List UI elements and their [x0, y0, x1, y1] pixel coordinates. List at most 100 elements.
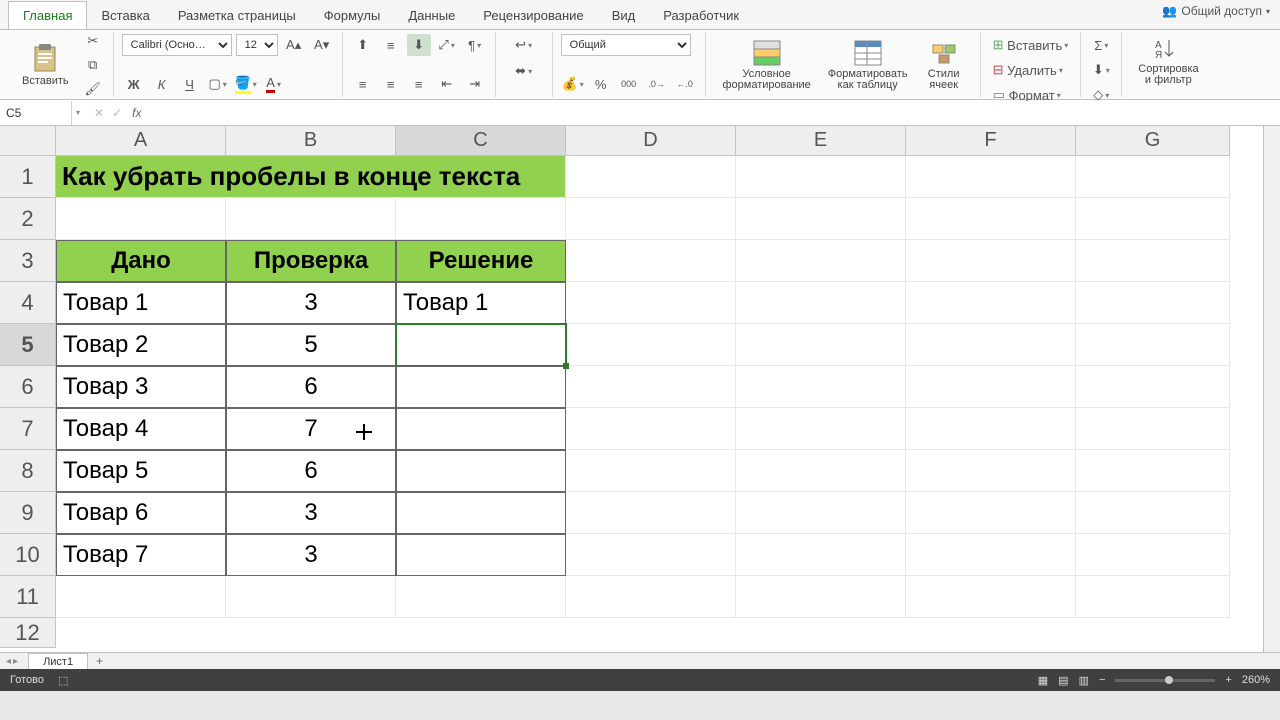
tab-insert[interactable]: Вставка — [87, 2, 163, 29]
sheet-nav-prev[interactable]: ▸ — [13, 656, 18, 667]
insert-cells-button[interactable]: ⊞ Вставить — [989, 34, 1073, 56]
cell[interactable] — [1076, 156, 1230, 198]
borders-button[interactable]: ▢ — [206, 73, 230, 95]
cell[interactable] — [736, 534, 906, 576]
fx-icon[interactable]: fx — [132, 106, 141, 120]
fill-color-button[interactable]: 🪣 — [234, 73, 258, 95]
enter-icon[interactable]: ✓ — [112, 106, 122, 120]
cell[interactable] — [906, 534, 1076, 576]
table-cell[interactable] — [396, 366, 566, 408]
col-header-A[interactable]: A — [56, 126, 226, 156]
currency-button[interactable]: 💰 — [561, 73, 585, 95]
cell[interactable] — [226, 576, 396, 618]
zoom-out-button[interactable]: − — [1099, 674, 1105, 686]
increase-indent-button[interactable]: ⇥ — [463, 73, 487, 95]
italic-button[interactable]: К — [150, 73, 174, 95]
row-header-12[interactable]: 12 — [0, 618, 56, 648]
cell[interactable] — [906, 492, 1076, 534]
col-header-G[interactable]: G — [1076, 126, 1230, 156]
increase-decimal-button[interactable]: .0→ — [645, 73, 669, 95]
row-header-2[interactable]: 2 — [0, 198, 56, 240]
row-header-6[interactable]: 6 — [0, 366, 56, 408]
comma-button[interactable]: 000 — [617, 73, 641, 95]
table-cell[interactable]: 5 — [226, 324, 396, 366]
font-family-select[interactable]: Calibri (Осно… — [122, 34, 232, 56]
view-page-break-button[interactable]: ▥ — [1079, 674, 1089, 687]
row-header-1[interactable]: 1 — [0, 156, 56, 198]
table-cell[interactable]: Товар 3 — [56, 366, 226, 408]
cell[interactable] — [736, 408, 906, 450]
name-box[interactable]: C5 — [0, 101, 72, 125]
cell[interactable] — [1076, 240, 1230, 282]
align-bottom-button[interactable]: ⬇ — [407, 34, 431, 56]
table-cell[interactable]: 3 — [226, 282, 396, 324]
number-format-select[interactable]: Общий — [561, 34, 691, 56]
zoom-level[interactable]: 260% — [1242, 674, 1270, 686]
add-sheet-button[interactable]: + — [88, 652, 111, 669]
cell[interactable] — [736, 240, 906, 282]
percent-button[interactable]: % — [589, 73, 613, 95]
tab-view[interactable]: Вид — [598, 2, 650, 29]
table-cell[interactable]: 6 — [226, 366, 396, 408]
merge-button[interactable]: ⬌ — [504, 60, 544, 82]
copy-button[interactable]: ⧉ — [81, 54, 105, 76]
cell[interactable] — [226, 198, 396, 240]
cell[interactable] — [566, 492, 736, 534]
tab-page-layout[interactable]: Разметка страницы — [164, 2, 310, 29]
decrease-font-button[interactable]: A▾ — [310, 34, 334, 56]
fill-button[interactable]: ⬇ — [1089, 59, 1113, 81]
cell[interactable] — [906, 198, 1076, 240]
table-cell[interactable]: Товар 2 — [56, 324, 226, 366]
cell[interactable] — [906, 324, 1076, 366]
cell[interactable] — [736, 492, 906, 534]
cell[interactable] — [736, 450, 906, 492]
cell-styles-button[interactable]: Стили ячеек — [916, 34, 972, 95]
font-size-select[interactable]: 12 — [236, 34, 278, 56]
row-header-5[interactable]: 5 — [0, 324, 56, 366]
table-header[interactable]: Проверка — [226, 240, 396, 282]
cell[interactable] — [736, 324, 906, 366]
cell[interactable] — [1076, 366, 1230, 408]
cell[interactable] — [566, 534, 736, 576]
text-direction-button[interactable]: ¶ — [463, 34, 487, 56]
cell[interactable] — [566, 324, 736, 366]
vertical-scrollbar[interactable] — [1263, 126, 1280, 652]
font-color-button[interactable]: А — [262, 73, 286, 95]
sheet-tab[interactable]: Лист1 — [28, 653, 88, 670]
cell[interactable] — [56, 576, 226, 618]
cell[interactable] — [56, 198, 226, 240]
spreadsheet-grid[interactable]: A B C D E F G 1 2 3 4 5 6 7 8 9 10 11 12… — [0, 126, 1280, 669]
selected-cell[interactable] — [396, 324, 566, 366]
cell[interactable] — [906, 366, 1076, 408]
table-cell[interactable]: Товар 1 — [396, 282, 566, 324]
cell[interactable] — [396, 576, 566, 618]
decrease-decimal-button[interactable]: ←.0 — [673, 73, 697, 95]
sheet-nav-first[interactable]: ◂ — [6, 656, 11, 667]
format-painter-button[interactable]: 🖌 — [81, 78, 105, 100]
cell[interactable] — [1076, 324, 1230, 366]
table-cell[interactable] — [396, 534, 566, 576]
cell[interactable] — [906, 408, 1076, 450]
col-header-D[interactable]: D — [566, 126, 736, 156]
col-header-E[interactable]: E — [736, 126, 906, 156]
cell[interactable] — [1076, 282, 1230, 324]
table-header[interactable]: Решение — [396, 240, 566, 282]
align-left-button[interactable]: ≡ — [351, 73, 375, 95]
cell[interactable] — [566, 282, 736, 324]
conditional-formatting-button[interactable]: Условное форматирование — [714, 34, 820, 95]
share-button[interactable]: 👥 Общий доступ ▾ — [1162, 4, 1270, 18]
autosum-button[interactable]: Σ — [1089, 34, 1113, 56]
cell[interactable] — [906, 156, 1076, 198]
table-cell[interactable]: Товар 7 — [56, 534, 226, 576]
paste-button[interactable]: Вставить — [14, 41, 77, 89]
decrease-indent-button[interactable]: ⇤ — [435, 73, 459, 95]
table-cell[interactable] — [396, 492, 566, 534]
align-center-button[interactable]: ≡ — [379, 73, 403, 95]
tab-developer[interactable]: Разработчик — [649, 2, 753, 29]
zoom-slider[interactable] — [1115, 679, 1215, 682]
cell[interactable] — [566, 366, 736, 408]
row-header-8[interactable]: 8 — [0, 450, 56, 492]
table-cell[interactable]: Товар 1 — [56, 282, 226, 324]
align-right-button[interactable]: ≡ — [407, 73, 431, 95]
row-header-4[interactable]: 4 — [0, 282, 56, 324]
